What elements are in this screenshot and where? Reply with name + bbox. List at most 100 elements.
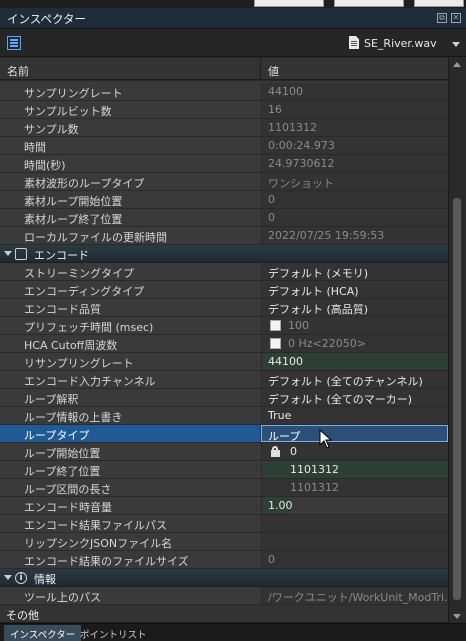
- property-value: 44100: [268, 85, 303, 98]
- property-value: 16: [268, 103, 282, 116]
- property-value[interactable]: デフォルト (全てのマーカー): [268, 391, 412, 407]
- property-value[interactable]: True: [268, 409, 291, 422]
- scroll-up-icon[interactable]: [453, 62, 461, 67]
- property-row[interactable]: プリフェッチ時間 (msec) 100: [0, 317, 448, 335]
- property-name: サンプルビット数: [24, 105, 112, 118]
- file-icon: [349, 36, 359, 49]
- property-row-selected[interactable]: ループタイプ ループ: [0, 425, 448, 443]
- property-row[interactable]: サンプルビット数 16: [0, 101, 448, 119]
- property-value: 0 Hz<22050>: [288, 337, 366, 350]
- property-value: /ワークユニット/WorkUnit_ModTri...: [268, 591, 448, 604]
- property-grid: サンプリングレート 44100 サンプルビット数 16 サンプル数 110131…: [0, 81, 448, 623]
- property-row[interactable]: エンコード時音量 1.00: [0, 497, 448, 515]
- property-row[interactable]: リサンプリングレート 44100: [0, 353, 448, 371]
- property-row[interactable]: サンプリングレート 44100: [0, 83, 448, 101]
- bottom-tab-bar: インスペクター ポイントリスト: [0, 623, 466, 641]
- prefetch-checkbox[interactable]: [270, 320, 281, 331]
- property-value: 1101312: [268, 121, 317, 134]
- property-value: 0:00:24.973: [268, 139, 335, 152]
- encode-icon: [15, 248, 27, 260]
- property-name: ループ開始位置: [24, 447, 101, 460]
- lock-icon[interactable]: [270, 446, 281, 457]
- top-strip-button[interactable]: [334, 0, 404, 7]
- inspector-title-bar: インスペクター ⧉ ✕: [0, 8, 466, 29]
- property-value: ワンショット: [268, 177, 334, 190]
- property-row[interactable]: ループ区間の長さ 1101312: [0, 479, 448, 497]
- group-header-other[interactable]: その他: [0, 605, 448, 623]
- property-value[interactable]: 1.00: [268, 499, 293, 512]
- property-row[interactable]: サンプル数 1101312: [0, 119, 448, 137]
- column-divider[interactable]: [260, 58, 261, 80]
- property-value[interactable]: デフォルト (高品質): [268, 301, 368, 317]
- property-value: 0: [268, 193, 275, 206]
- property-name: 時間: [24, 141, 46, 154]
- property-name: 時間(秒): [24, 159, 66, 172]
- property-value: 0: [268, 211, 275, 224]
- property-row[interactable]: エンコード結果ファイルパス: [0, 515, 448, 533]
- column-header: 名前 値: [0, 58, 448, 80]
- scroll-down-icon[interactable]: [453, 614, 461, 619]
- property-row[interactable]: リップシンクJSONファイル名: [0, 533, 448, 551]
- chevron-down-icon[interactable]: [4, 575, 12, 580]
- chevron-down-icon[interactable]: [452, 42, 460, 47]
- property-value[interactable]: 1101312: [290, 463, 339, 476]
- group-label: その他: [6, 609, 39, 622]
- window-title: インスペクター: [7, 12, 87, 26]
- group-label: 情報: [34, 573, 56, 586]
- property-name: エンコード時音量: [24, 501, 112, 514]
- property-row[interactable]: エンコード品質 デフォルト (高品質): [0, 299, 448, 317]
- property-row[interactable]: 素材ループ終了位置 0: [0, 209, 448, 227]
- property-row[interactable]: ストリーミングタイプ デフォルト (メモリ): [0, 263, 448, 281]
- property-name: エンコード品質: [24, 303, 101, 316]
- tab-point-list[interactable]: ポイントリスト: [74, 625, 153, 641]
- property-name: ループ情報の上書き: [24, 411, 123, 424]
- vertical-scrollbar[interactable]: [448, 58, 466, 623]
- property-row[interactable]: 素材波形のループタイプ ワンショット: [0, 173, 448, 191]
- property-value: 2022/07/25 19:59:53: [268, 229, 385, 242]
- file-name: SE_River.wav: [364, 37, 437, 50]
- property-row[interactable]: 素材ループ開始位置 0: [0, 191, 448, 209]
- top-strip-button[interactable]: [254, 0, 324, 7]
- property-row[interactable]: ループ情報の上書き True: [0, 407, 448, 425]
- float-window-icon[interactable]: ⧉: [437, 13, 447, 23]
- property-row[interactable]: 時間 0:00:24.973: [0, 137, 448, 155]
- property-row[interactable]: ループ解釈 デフォルト (全てのマーカー): [0, 389, 448, 407]
- property-row[interactable]: エンコード入力チャンネル デフォルト (全てのチャンネル): [0, 371, 448, 389]
- property-row[interactable]: 時間(秒) 24.9730612: [0, 155, 448, 173]
- chevron-down-icon[interactable]: [4, 251, 12, 256]
- mouse-cursor-icon: [319, 429, 333, 449]
- property-row[interactable]: ツール上のパス /ワークユニット/WorkUnit_ModTri...: [0, 587, 448, 605]
- property-row[interactable]: ループ終了位置 1101312: [0, 461, 448, 479]
- top-strip-button[interactable]: [414, 0, 464, 7]
- property-value: 1101312: [290, 481, 339, 494]
- property-value[interactable]: デフォルト (全てのチャンネル): [268, 373, 423, 389]
- property-value[interactable]: 0: [290, 445, 297, 458]
- tab-inspector[interactable]: インスペクター: [4, 625, 82, 641]
- property-value[interactable]: 44100: [268, 355, 303, 368]
- close-icon[interactable]: ✕: [451, 13, 461, 23]
- property-name: エンコード結果のファイルサイズ: [24, 555, 189, 568]
- group-header-encode[interactable]: エンコード: [0, 245, 448, 263]
- loop-type-dropdown[interactable]: ループ: [268, 428, 300, 444]
- property-name: 素材波形のループタイプ: [24, 177, 145, 190]
- property-name: エンコード入力チャンネル: [24, 375, 156, 388]
- inspector-toolbar: SE_River.wav: [0, 30, 466, 57]
- property-name: ループ終了位置: [24, 465, 101, 478]
- hca-cutoff-checkbox[interactable]: [270, 338, 281, 349]
- scrollbar-thumb[interactable]: [453, 198, 461, 600]
- property-value[interactable]: デフォルト (HCA): [268, 283, 359, 299]
- group-header-info[interactable]: i 情報: [0, 569, 448, 587]
- property-value: 0: [268, 553, 275, 566]
- property-row[interactable]: ループ開始位置 0: [0, 443, 448, 461]
- property-row[interactable]: HCA Cutoff周波数 0 Hz<22050>: [0, 335, 448, 353]
- property-value[interactable]: デフォルト (メモリ): [268, 265, 368, 281]
- property-name: 素材ループ開始位置: [24, 195, 123, 208]
- column-name-header[interactable]: 名前: [7, 63, 29, 79]
- property-row[interactable]: エンコード結果のファイルサイズ 0: [0, 551, 448, 569]
- property-name: ツール上のパス: [24, 591, 101, 604]
- property-name: ループタイプ: [24, 429, 90, 442]
- column-value-header[interactable]: 値: [268, 63, 279, 79]
- property-row[interactable]: ローカルファイルの更新時間 2022/07/25 19:59:53: [0, 227, 448, 245]
- list-view-icon[interactable]: [7, 36, 21, 50]
- property-row[interactable]: エンコーディングタイプ デフォルト (HCA): [0, 281, 448, 299]
